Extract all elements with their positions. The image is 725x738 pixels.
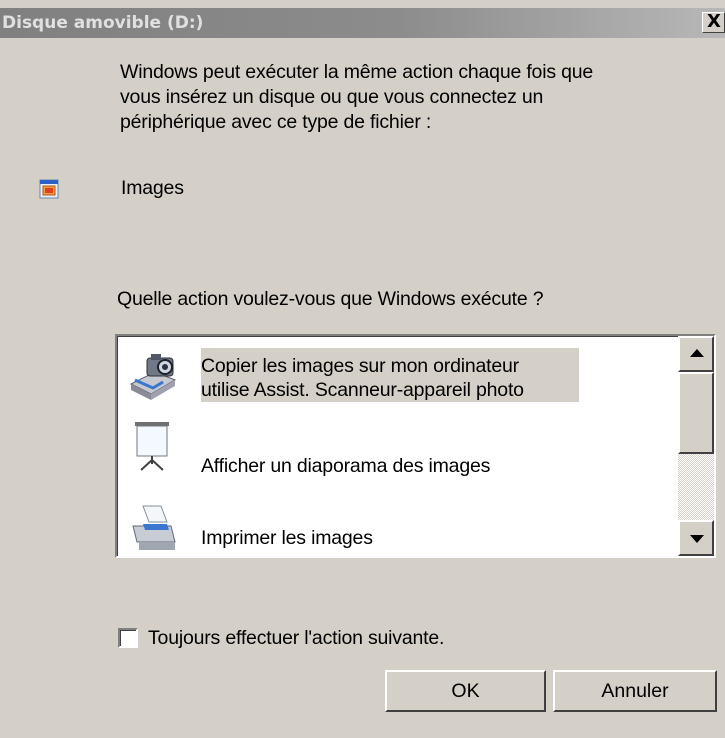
action-title: Copier les images sur mon ordinateur <box>201 355 519 377</box>
content-type-label: Images <box>121 177 184 199</box>
scroll-up-arrow-icon <box>690 349 704 357</box>
camera-copy-icon <box>129 354 177 400</box>
printer-icon <box>132 505 176 550</box>
title-bar: Disque amovible (D:) <box>0 8 725 38</box>
action-title: Imprimer les images <box>201 527 373 549</box>
vertical-scrollbar[interactable] <box>678 336 714 556</box>
close-button[interactable]: X <box>702 11 725 33</box>
intro-line: périphérique avec ce type de fichier : <box>120 111 432 133</box>
image-file-icon <box>39 179 59 199</box>
action-list[interactable]: Copier les images sur mon ordinateur uti… <box>115 334 716 558</box>
scroll-down-arrow-icon <box>690 535 704 543</box>
intro-text: Windows peut exécuter la même action cha… <box>120 60 720 135</box>
always-checkbox[interactable] <box>118 628 138 648</box>
window-title: Disque amovible (D:) <box>2 13 204 33</box>
scroll-up-button[interactable] <box>678 336 714 372</box>
question-label: Quelle action voulez-vous que Windows ex… <box>117 288 544 310</box>
action-item-print[interactable]: Imprimer les images <box>117 496 677 556</box>
action-title: Afficher un diaporama des images <box>201 455 491 477</box>
ok-button[interactable]: OK <box>385 670 546 712</box>
intro-line: vous insérez un disque ou que vous conne… <box>120 86 544 108</box>
cancel-button[interactable]: Annuler <box>553 670 717 712</box>
slideshow-screen-icon <box>135 422 169 471</box>
scroll-thumb[interactable] <box>678 372 714 454</box>
action-subtitle: utilise Assist. Scanneur-appareil photo <box>201 379 524 401</box>
close-icon: X <box>707 11 721 32</box>
action-item-slideshow[interactable]: Afficher un diaporama des images <box>117 416 677 496</box>
scroll-down-button[interactable] <box>678 520 714 556</box>
intro-line: Windows peut exécuter la même action cha… <box>120 61 594 83</box>
always-checkbox-label[interactable]: Toujours effectuer l'action suivante. <box>148 626 444 651</box>
